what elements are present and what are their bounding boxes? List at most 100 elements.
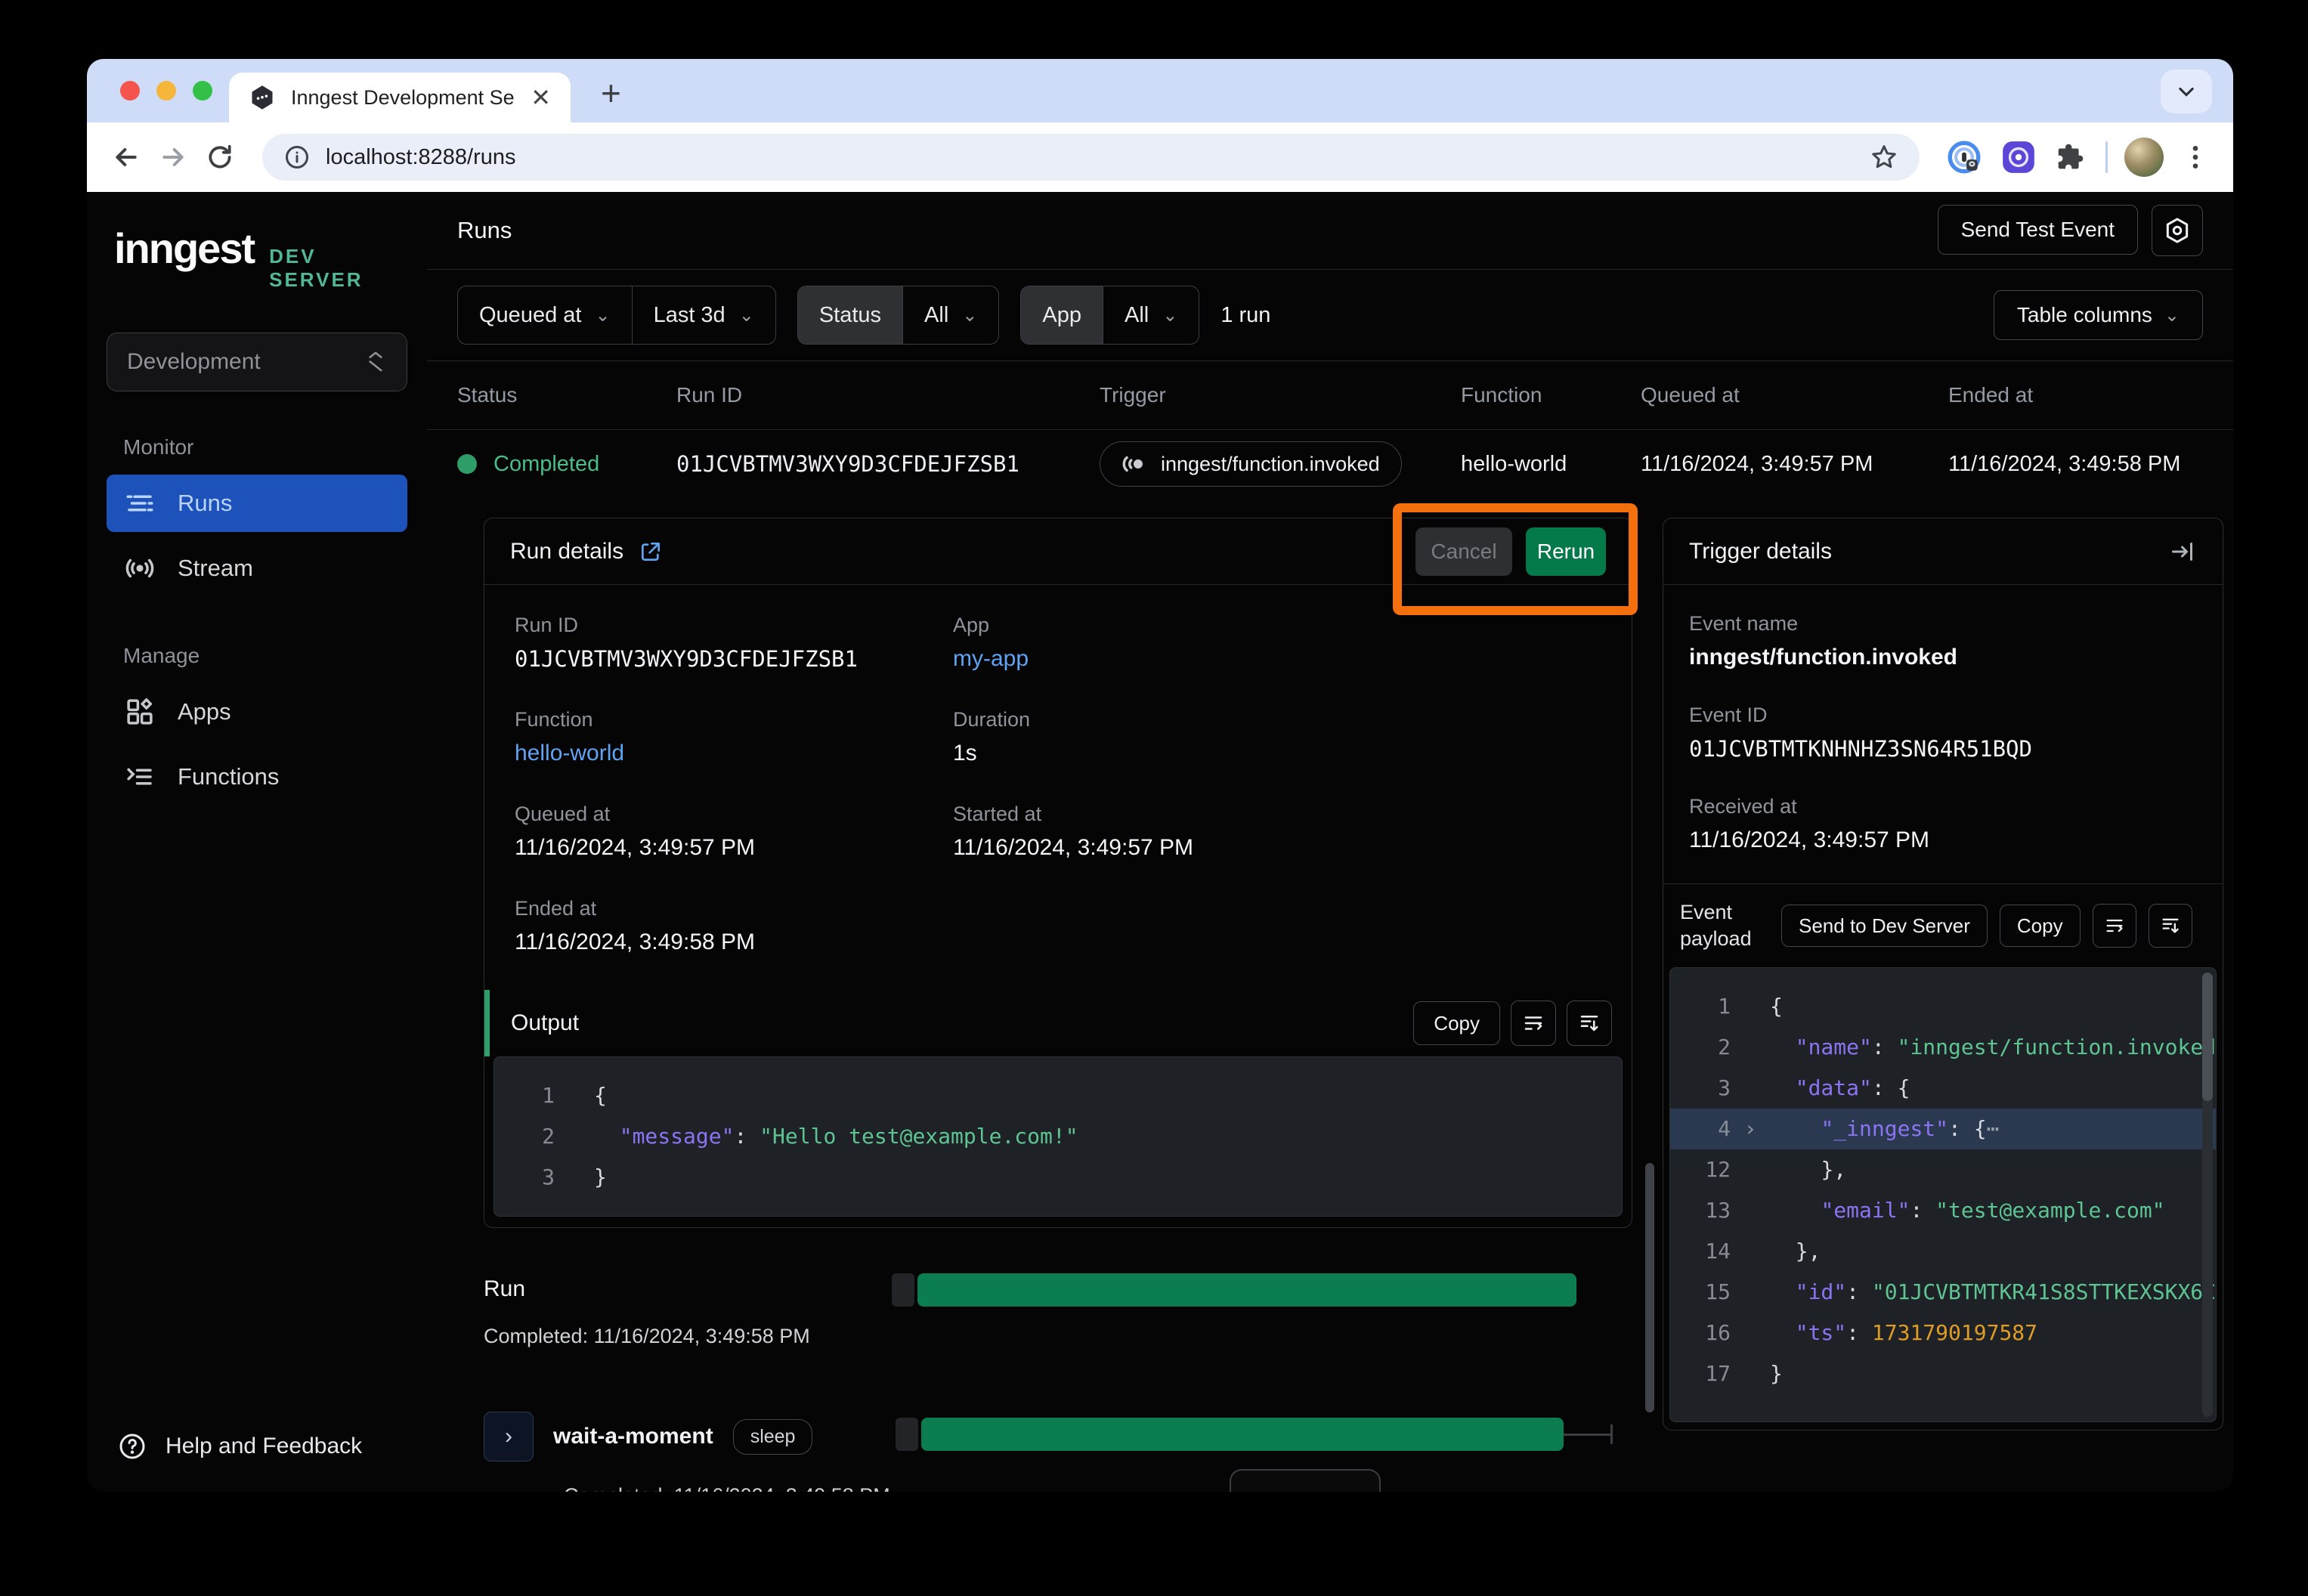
browser-tabstrip: Inngest Development Server ✕ + — [87, 59, 2233, 122]
password-manager-icon[interactable] — [1945, 138, 1983, 176]
dev-server-badge: DEV SERVER — [269, 245, 407, 292]
column-queued-at[interactable]: Queued at — [1641, 383, 1948, 407]
external-link-icon[interactable] — [639, 540, 663, 564]
bookmark-star-icon[interactable] — [1870, 143, 1898, 172]
tab-close-icon[interactable]: ✕ — [531, 85, 551, 110]
status-filter-dropdown[interactable]: All⌄ — [903, 286, 998, 344]
sidebar-item-functions[interactable]: Functions — [107, 748, 407, 806]
trigger-details-title: Trigger details — [1689, 539, 1832, 564]
run-id-label: Run ID — [515, 614, 953, 637]
table-columns-label: Table columns — [2017, 303, 2152, 327]
column-trigger[interactable]: Trigger — [1100, 383, 1461, 407]
table-row[interactable]: Completed 01JCVBTMV3WXY9D3CFDEJFZSB1 inn… — [427, 430, 2233, 498]
time-field-dropdown[interactable]: Queued at⌄ — [458, 286, 633, 344]
environment-value: Development — [127, 349, 261, 375]
function-link[interactable]: hello-world — [515, 741, 953, 766]
browser-menu-kebab-icon[interactable] — [2180, 142, 2211, 172]
trigger-details-pane: Trigger details Event nameinngest/functi… — [1663, 518, 2223, 1492]
event-id-value: 01JCVBTMTKNHNHZ3SN64R51BQD — [1689, 736, 2197, 762]
trigger-name: inngest/function.invoked — [1161, 453, 1380, 476]
cancel-button[interactable]: Cancel — [1415, 527, 1512, 576]
sidebar-item-apps[interactable]: Apps — [107, 683, 407, 741]
monitor-section-label: Monitor — [123, 435, 407, 459]
extensions-puzzle-icon[interactable] — [2054, 140, 2089, 175]
sidebar-item-label: Stream — [178, 555, 253, 582]
inngest-logo: inngest — [114, 224, 254, 273]
word-wrap-icon[interactable] — [1511, 1001, 1556, 1046]
url-text[interactable]: localhost:8288/runs — [326, 145, 1855, 170]
help-and-feedback[interactable]: Help and Feedback — [107, 1431, 407, 1461]
url-bar[interactable]: localhost:8288/runs — [262, 134, 1920, 181]
run-count: 1 run — [1221, 303, 1270, 328]
run-bar[interactable] — [892, 1273, 1576, 1307]
payload-word-wrap-icon[interactable] — [2093, 904, 2136, 948]
duration-value: 1s — [953, 741, 1601, 766]
chevron-down-icon: ⌄ — [739, 305, 754, 326]
close-window-button[interactable] — [120, 81, 140, 101]
app-link[interactable]: my-app — [953, 646, 1601, 672]
extension-app-icon[interactable] — [2000, 138, 2037, 176]
trigger-pill[interactable]: inngest/function.invoked — [1100, 441, 1402, 487]
event-payload-code[interactable]: 1{2 "name": "inngest/function.invoked",3… — [1669, 967, 2217, 1422]
site-info-icon[interactable] — [283, 144, 311, 171]
time-field-label: Queued at — [479, 303, 581, 328]
functions-icon — [123, 761, 156, 793]
run-details-panel: Run details Cancel Rerun Run ID01JCVBTMV… — [484, 518, 1632, 1228]
code-line: 17} — [1670, 1353, 2216, 1394]
step-kind-badge: sleep — [733, 1419, 813, 1455]
time-range-label: Last 3d — [654, 303, 726, 328]
output-copy-button[interactable]: Copy — [1413, 1001, 1500, 1045]
sidebar-item-runs[interactable]: Runs — [107, 475, 407, 532]
received-at-label: Received at — [1689, 795, 2197, 818]
queued-at-cell: 11/16/2024, 3:49:57 PM — [1641, 452, 1948, 477]
brand-row: inngest DEV SERVER — [107, 224, 407, 292]
send-test-event-button[interactable]: Send Test Event — [1938, 205, 2138, 255]
payload-scrollbar-thumb[interactable] — [2202, 973, 2213, 1101]
browser-tab[interactable]: Inngest Development Server ✕ — [229, 73, 571, 122]
payload-copy-button[interactable]: Copy — [2000, 905, 2081, 947]
column-ended-at[interactable]: Ended at — [1948, 383, 2233, 407]
page-title: Runs — [457, 217, 512, 244]
sidebar-item-stream[interactable]: Stream — [107, 540, 407, 597]
send-to-dev-server-button[interactable]: Send to Dev Server — [1781, 905, 1988, 947]
reload-icon[interactable] — [203, 141, 237, 174]
load-more-button-partial[interactable] — [1230, 1469, 1381, 1492]
scroll-to-bottom-icon[interactable] — [1567, 1001, 1612, 1046]
column-run-id[interactable]: Run ID — [676, 383, 1100, 407]
forward-icon[interactable] — [156, 141, 190, 174]
column-status[interactable]: Status — [457, 383, 676, 407]
timeline-step-completed: Completed: 11/16/2024, 3:49:58 PM — [564, 1484, 1632, 1492]
step-expander-chevron-icon[interactable]: › — [484, 1412, 534, 1461]
code-line[interactable]: 4› "_inngest": {⋯ — [1670, 1109, 2216, 1149]
app-filter-label: App — [1021, 286, 1103, 344]
tab-search-chevron-icon[interactable] — [2161, 70, 2212, 113]
back-icon[interactable] — [110, 141, 143, 174]
time-range-dropdown[interactable]: Last 3d ⌄ — [633, 286, 775, 344]
event-id-label: Event ID — [1689, 704, 2197, 727]
pane-scrollbar-thumb[interactable] — [1645, 1163, 1654, 1412]
collapse-panel-icon[interactable] — [2170, 538, 2197, 565]
new-tab-button[interactable]: + — [601, 73, 621, 113]
sidebar-item-label: Runs — [178, 490, 232, 517]
rerun-button[interactable]: Rerun — [1526, 527, 1606, 576]
maximize-window-button[interactable] — [193, 81, 212, 101]
column-function[interactable]: Function — [1461, 383, 1641, 407]
table-columns-button[interactable]: Table columns⌄ — [1994, 290, 2203, 340]
step-bar[interactable] — [896, 1418, 1613, 1451]
duration-label: Duration — [953, 708, 1601, 732]
payload-scroll-to-bottom-icon[interactable] — [2149, 904, 2192, 948]
code-line: 12 }, — [1670, 1149, 2216, 1190]
gear-icon — [2163, 216, 2192, 245]
run-id-value: 01JCVBTMV3WXY9D3CFDEJFZSB1 — [515, 646, 953, 672]
app-filter-dropdown[interactable]: All⌄ — [1103, 286, 1199, 344]
run-id-cell: 01JCVBTMV3WXY9D3CFDEJFZSB1 — [676, 451, 1100, 477]
output-code[interactable]: 1{2 "message": "Hello test@example.com!"… — [493, 1056, 1623, 1217]
started-at-value: 11/16/2024, 3:49:57 PM — [953, 835, 1601, 861]
profile-avatar[interactable] — [2124, 138, 2164, 177]
minimize-window-button[interactable] — [156, 81, 176, 101]
code-line: 14 }, — [1670, 1231, 2216, 1272]
settings-button[interactable] — [2152, 205, 2203, 256]
chevron-down-icon: ⌄ — [962, 305, 977, 326]
run-details-area: Run details Cancel Rerun Run ID01JCVBTMV… — [427, 498, 2233, 1492]
environment-select[interactable]: Development — [107, 332, 407, 391]
